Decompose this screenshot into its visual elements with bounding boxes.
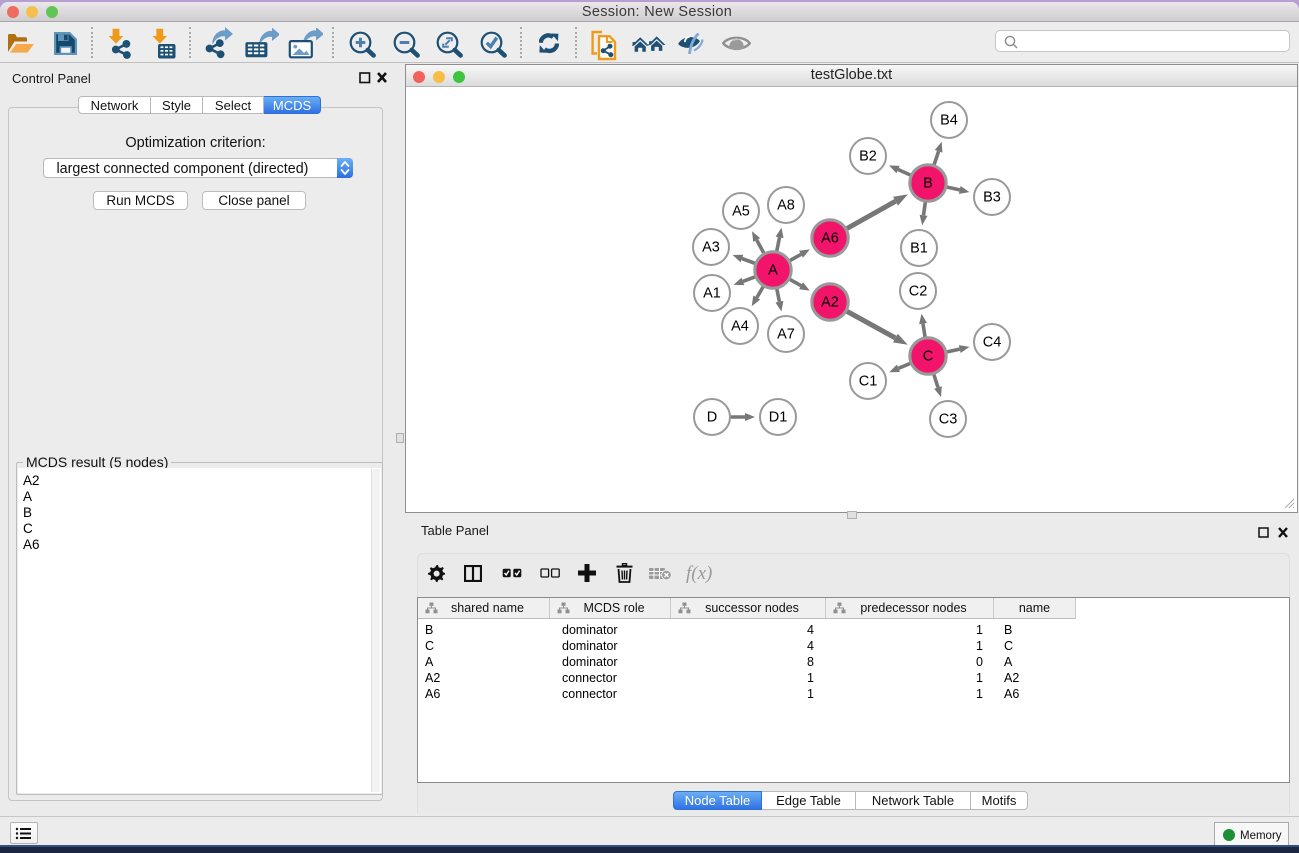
- svg-text:B4: B4: [940, 113, 958, 129]
- svg-text:A4: A4: [731, 319, 749, 335]
- svg-text:f(x): f(x): [686, 563, 712, 584]
- svg-text:Memory: Memory: [1240, 830, 1282, 842]
- svg-text:C: C: [923, 349, 933, 365]
- svg-text:C3: C3: [939, 412, 958, 428]
- svg-text:A5: A5: [732, 204, 750, 220]
- svg-text:C1: C1: [859, 374, 878, 390]
- svg-text:C2: C2: [909, 284, 928, 300]
- svg-text:A: A: [768, 263, 778, 279]
- svg-text:A3: A3: [702, 240, 720, 256]
- svg-text:A6: A6: [821, 231, 839, 247]
- svg-text:A2: A2: [821, 295, 839, 311]
- svg-text:C4: C4: [983, 335, 1002, 351]
- svg-text:D: D: [707, 410, 717, 426]
- svg-text:A1: A1: [703, 286, 721, 302]
- svg-text:A7: A7: [777, 327, 795, 343]
- svg-text:B: B: [923, 176, 933, 192]
- svg-text:D1: D1: [769, 410, 788, 426]
- svg-text:B3: B3: [983, 190, 1001, 206]
- svg-text:B2: B2: [859, 149, 877, 165]
- svg-text:A8: A8: [777, 198, 795, 214]
- svg-text:B1: B1: [910, 241, 928, 257]
